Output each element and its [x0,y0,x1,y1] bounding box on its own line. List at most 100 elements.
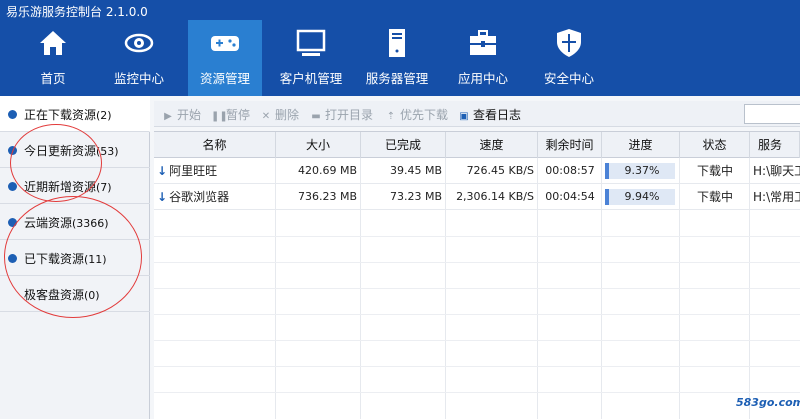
progress-bar: 9.37% [605,163,675,179]
download-arrow-icon: ↓ [157,190,168,204]
window-title: 易乐游服务控制台 2.1.0.0 [6,5,148,19]
sidebar-item-recent-new[interactable]: 近期新增资源(7) [0,168,150,204]
x-icon: ✕ [261,111,271,122]
sidebar-item-geek-disk[interactable]: 极客盘资源(0) [0,276,150,312]
grid-row-line [154,366,800,367]
sidebar-item-cloud[interactable]: 云端资源(3366) [0,204,150,240]
log-icon: ▣ [459,111,469,122]
column-header-speed[interactable]: 速度 [446,132,538,158]
nav-label: 服务器管理 [365,71,429,86]
sidebar-label-text: 近期新增资源 [24,180,97,194]
sidebar-item-label: 极客盘资源(0) [24,286,100,303]
column-header-progress[interactable]: 进度 [602,132,680,158]
sidebar-count: (53) [96,145,119,158]
cell-name: ↓ 谷歌浏览器 [157,184,275,210]
nav-security[interactable]: 安全中心 [532,20,606,96]
table-header: 名称 大小 已完成 速度 剩余时间 进度 状态 服务 [154,132,800,158]
grid-row-line [154,314,800,315]
view-log-label: 查看日志 [473,108,522,122]
nav-label: 资源管理 [199,71,250,86]
sidebar-label-text: 正在下载资源 [24,108,97,122]
nav-client[interactable]: 客户机管理 [274,20,348,96]
column-header-name[interactable]: 名称 [154,132,276,158]
table-row[interactable]: ↓ 谷歌浏览器 736.23 MB 73.23 MB 2,306.14 KB/S … [154,184,800,210]
sidebar-count: (3366) [72,217,109,230]
sidebar-item-label: 正在下载资源(2) [24,106,112,123]
grid-row-line [154,392,800,393]
column-header-remaining[interactable]: 剩余时间 [538,132,602,158]
priority-download-button[interactable]: ⇡ 优先下载 [385,106,448,123]
sidebar-item-today-updated[interactable]: 今日更新资源(53) [0,132,150,168]
row-name-text: 阿里旺旺 [169,164,218,178]
cell-status: 下载中 [696,190,733,204]
cell-size: 420.69 MB [297,164,357,177]
column-header-done[interactable]: 已完成 [361,132,446,158]
home-icon [40,31,66,55]
column-header-status[interactable]: 状态 [680,132,750,158]
nav-app-center[interactable]: 应用中心 [446,20,520,96]
shield-icon [557,29,581,57]
nav-label: 应用中心 [457,71,508,86]
pause-icon: ❚❚ [211,111,228,122]
open-dir-button[interactable]: ▬ 打开目录 [310,106,373,123]
start-button[interactable]: ▶ 开始 [162,106,201,123]
download-arrow-icon: ↓ [157,164,168,178]
cell-status: 下载中 [696,164,733,178]
sidebar-item-label: 云端资源(3366) [24,214,109,231]
main-nav: 首页 监控中心 资源管理 客户机管理 服务器管理 应用中心 安全中心 [0,20,800,96]
download-table: 名称 大小 已完成 速度 剩余时间 进度 状态 服务 ↓ 阿里旺旺 420.69 … [154,131,800,419]
nav-monitor[interactable]: 监控中心 [102,20,176,96]
monitor-icon [296,29,326,56]
bullet-icon [8,110,17,119]
delete-button[interactable]: ✕ 删除 [260,106,299,123]
play-icon: ▶ [164,111,172,122]
nav-server[interactable]: 服务器管理 [360,20,434,96]
delete-label: 删除 [275,108,300,122]
nav-label: 客户机管理 [279,71,343,86]
pause-button[interactable]: ❚❚暂停 [211,106,250,123]
bullet-icon [8,182,17,191]
sidebar-item-label: 已下载资源(11) [24,250,107,267]
sidebar-count: (11) [84,253,107,266]
sidebar-count: (2) [96,109,112,122]
column-header-size[interactable]: 大小 [276,132,361,158]
priority-icon: ⇡ [386,111,396,122]
nav-label: 监控中心 [113,71,164,86]
view-log-button[interactable]: ▣ 查看日志 [458,106,521,123]
cell-server-path: H:\常用工 [753,190,800,204]
folder-icon: ▬ [311,111,321,122]
cell-done: 39.45 MB [389,164,442,177]
progress-text: 9.94% [624,190,660,203]
nav-resource[interactable]: 资源管理 [188,20,262,96]
sidebar-item-label: 今日更新资源(53) [24,142,119,159]
sidebar-label-text: 极客盘资源 [24,288,85,302]
eye-icon [124,33,154,53]
column-header-server[interactable]: 服务 [750,132,800,158]
download-toolbar: ▶ 开始 ❚❚暂停 ✕ 删除 ▬ 打开目录 ⇡ 优先下载 ▣ 查看日志 [154,101,800,127]
nav-home[interactable]: 首页 [16,20,90,96]
grid-row-line [154,340,800,341]
cell-remaining: 00:04:54 [545,190,595,203]
briefcase-icon [470,30,496,55]
sidebar-item-label: 近期新增资源(7) [24,178,112,195]
sidebar-item-downloading[interactable]: 正在下载资源(2) [0,96,150,132]
grid-row-line [154,236,800,237]
gamepad-icon [211,36,239,51]
sidebar-count: (0) [84,289,100,302]
sidebar-item-downloaded[interactable]: 已下载资源(11) [0,240,150,276]
sidebar-label-text: 今日更新资源 [24,144,97,158]
nav-label: 首页 [40,71,66,86]
progress-text: 9.37% [624,164,660,177]
top-header: 易乐游服务控制台 2.1.0.0 首页 监控中心 资源管理 客户机管理 服务器管… [0,0,800,96]
nav-label: 安全中心 [543,71,594,86]
resource-sidebar: 正在下载资源(2) 今日更新资源(53) 近期新增资源(7) 云端资源(3366… [0,96,150,419]
cell-done: 73.23 MB [389,190,442,203]
sidebar-label-text: 已下载资源 [24,252,85,266]
cell-name: ↓ 阿里旺旺 [157,158,275,184]
sidebar-count: (7) [96,181,112,194]
server-icon [389,29,405,57]
table-row[interactable]: ↓ 阿里旺旺 420.69 MB 39.45 MB 726.45 KB/S 00:… [154,158,800,184]
grid-row-line [154,262,800,263]
search-input[interactable] [744,104,800,124]
row-name-text: 谷歌浏览器 [169,190,230,204]
